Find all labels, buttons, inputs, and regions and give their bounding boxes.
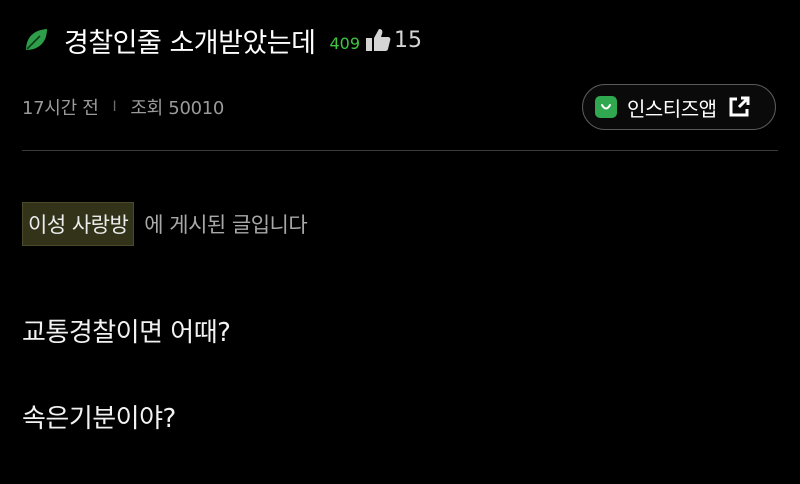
- post-title: 경찰인줄 소개받았는데: [64, 27, 316, 59]
- like-count: 15: [394, 27, 423, 53]
- header-divider: [22, 150, 778, 151]
- app-button-label: 인스티즈앱: [627, 96, 717, 121]
- comment-count[interactable]: 409: [329, 34, 360, 53]
- board-tag-link[interactable]: 이성 사랑방: [22, 202, 135, 246]
- app-smile-logo-icon: [595, 96, 617, 118]
- post-body-line: 교통경찰이면 어때?: [22, 318, 231, 348]
- post-time: 17시간 전: [22, 98, 99, 119]
- leaf-icon: [22, 26, 50, 54]
- post-header: 경찰인줄 소개받았는데 409 15: [22, 20, 422, 60]
- board-suffix-text: 에 게시된 글입니다: [144, 213, 308, 237]
- meta-separator: I: [112, 99, 117, 115]
- post-meta: 17시간 전 I 조회 50010: [22, 94, 224, 120]
- open-app-button[interactable]: 인스티즈앱: [582, 84, 776, 130]
- post-body-line: 속은기분이야?: [22, 404, 176, 434]
- external-link-icon: [727, 95, 751, 119]
- board-info: 이성 사랑방 에 게시된 글입니다: [22, 202, 308, 246]
- view-count: 조회 50010: [130, 98, 225, 119]
- thumbs-up-icon[interactable]: [364, 25, 392, 55]
